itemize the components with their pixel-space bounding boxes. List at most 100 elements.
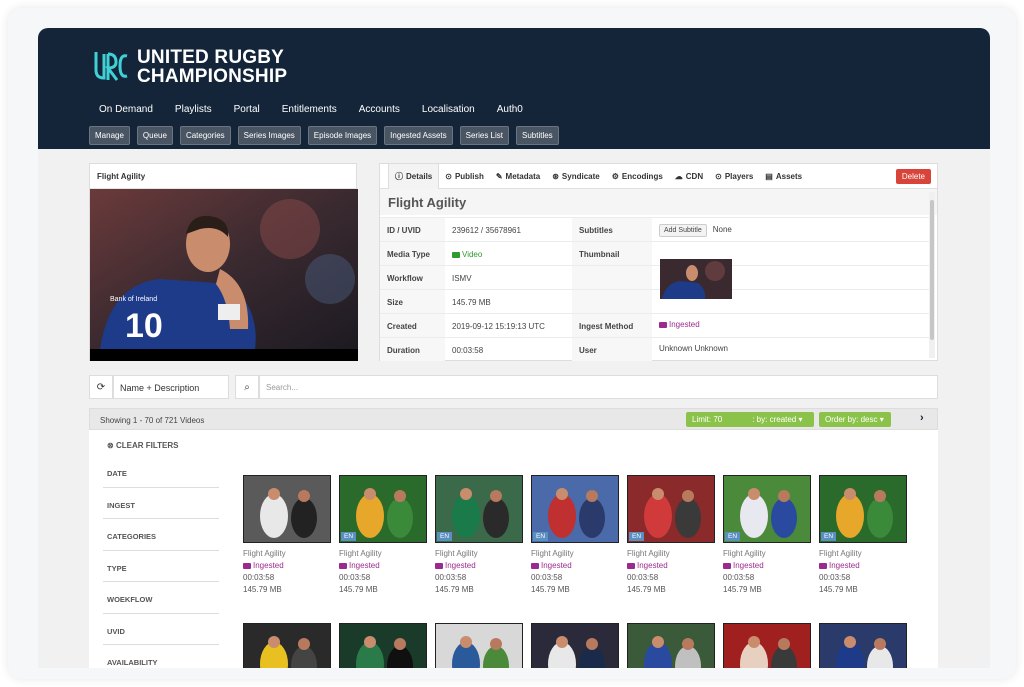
tab-publish-label: Publish: [454, 171, 484, 181]
video-thumbnail[interactable]: EN: [627, 623, 715, 668]
video-card[interactable]: EN: [531, 623, 619, 668]
video-size: 145.79 MB: [819, 585, 858, 594]
results-bar: Showing 1 - 70 of 721 Videos Limit: 70: …: [89, 408, 938, 430]
video-title: Flight Agility: [435, 549, 478, 558]
filter-type[interactable]: TYPE: [103, 551, 219, 582]
subnav-series-list[interactable]: Series List: [459, 126, 509, 145]
video-card[interactable]: EN Flight Agility Ingested 00:03:58 145.79 M…: [627, 475, 715, 594]
status-text: Ingested: [349, 561, 380, 570]
video-thumbnail[interactable]: EN: [531, 623, 619, 668]
video-card[interactable]: EN Flight Agility Ingested 00:03:58 145.79 M…: [723, 475, 811, 594]
video-card[interactable]: EN: [435, 623, 523, 668]
subnav-categories[interactable]: Categories: [179, 126, 231, 145]
video-card[interactable]: EN: [723, 623, 811, 668]
syndicate-icon: ⊛: [552, 171, 559, 181]
filter-uvid[interactable]: UVID: [103, 614, 219, 645]
video-thumbnail[interactable]: [243, 475, 331, 543]
tab-assets[interactable]: ▤ Assets: [759, 164, 808, 189]
next-page-icon[interactable]: ›: [920, 412, 924, 424]
tab-syndicate[interactable]: ⊛ Syndicate: [546, 164, 606, 189]
filter-date[interactable]: DATE: [103, 456, 219, 488]
video-title: Flight Agility: [723, 549, 766, 558]
cloud-icon: ☁: [674, 171, 683, 181]
tab-publish[interactable]: ⊙ Publish: [439, 164, 490, 189]
nav-accounts[interactable]: Accounts: [359, 104, 400, 115]
video-card[interactable]: EN Flight Agility Ingested 00:03:58 145.79 M…: [435, 475, 523, 594]
subnav-episode-images[interactable]: Episode Images: [307, 126, 378, 145]
brand-logo[interactable]: UNITED RUGBY CHAMPIONSHIP: [93, 48, 287, 86]
filter-ingest[interactable]: INGEST: [103, 488, 219, 519]
nav-entitlements[interactable]: Entitlements: [282, 104, 337, 115]
media-type-text: Video: [462, 250, 483, 259]
video-thumbnail[interactable]: EN: [723, 475, 811, 543]
tab-details[interactable]: ⓘ Details: [388, 163, 440, 189]
video-card[interactable]: EN: [339, 623, 427, 668]
cog-icon: ⚙: [611, 171, 619, 181]
language-badge: EN: [437, 532, 453, 541]
nav-on-demand[interactable]: On Demand: [99, 104, 153, 115]
delete-button[interactable]: Delete: [895, 169, 931, 184]
video-thumbnail[interactable]: EN: [819, 623, 907, 668]
scroll-thumb[interactable]: [930, 200, 934, 340]
uvid-value: 239612 / 35678961: [452, 226, 521, 235]
user-label: User: [572, 338, 652, 361]
filter-workflow[interactable]: WOEKFLOW: [103, 582, 219, 614]
video-title: Flight Agility: [339, 549, 382, 558]
video-thumbnail[interactable]: EN: [435, 623, 523, 668]
video-card[interactable]: Flight Agility Ingested 00:03:58 145.79 MB: [243, 475, 331, 594]
search-input[interactable]: Search...: [259, 375, 938, 399]
preview-title: Flight Agility: [90, 164, 356, 189]
video-thumbnail[interactable]: EN: [723, 623, 811, 668]
empty-label: [572, 266, 652, 289]
tab-encodings[interactable]: ⚙ Encodings: [606, 164, 669, 189]
filter-categories[interactable]: CATEGORIES: [103, 519, 219, 551]
subnav-manage[interactable]: Manage: [89, 126, 130, 145]
video-thumbnail[interactable]: EN: [627, 475, 715, 543]
video-title: Flight Agility: [243, 549, 286, 558]
filter-availability[interactable]: AVAILABILITY: [103, 645, 219, 668]
nav-localisation[interactable]: Localisation: [422, 104, 475, 115]
thumbnail-image[interactable]: [660, 259, 732, 299]
subnav-queue[interactable]: Queue: [136, 126, 173, 145]
order-dropdown[interactable]: Order by: desc ▾: [819, 412, 891, 427]
created-value: 2019-09-12 15:19:13 UTC: [452, 322, 545, 331]
subtitles-label: Subtitles: [572, 218, 652, 241]
media-type-label: Media Type: [380, 242, 445, 265]
video-card[interactable]: EN Flight Agility Ingested 00:03:58 145.79 M…: [339, 475, 427, 594]
video-thumbnail[interactable]: EN: [435, 475, 523, 543]
video-card[interactable]: EN Flight Agility Ingested 00:03:58 145.79 M…: [531, 475, 619, 594]
video-duration: 00:03:58: [819, 573, 851, 582]
add-subtitle-button[interactable]: Add Subtitle: [659, 224, 707, 237]
tab-metadata[interactable]: ✎ Metadata: [490, 164, 546, 189]
limit-dropdown[interactable]: Limit: 70: by: created ▾: [686, 412, 814, 427]
subtitles-value: Add Subtitle None: [652, 218, 929, 241]
nav-portal[interactable]: Portal: [234, 104, 260, 115]
video-card[interactable]: EN: [819, 623, 907, 668]
language-badge: EN: [533, 532, 549, 541]
video-thumbnail[interactable]: [243, 623, 331, 668]
video-card[interactable]: EN Flight Agility Ingested 00:03:58 145.79 M…: [819, 475, 907, 594]
refresh-button[interactable]: ⟳: [89, 375, 113, 399]
subnav-subtitles[interactable]: Subtitles: [516, 126, 559, 145]
video-thumbnail[interactable]: EN: [339, 475, 427, 543]
video-player[interactable]: 10 Bank of Ireland: [90, 189, 358, 361]
details-title: Flight Agility: [380, 189, 937, 215]
video-card[interactable]: [243, 623, 331, 668]
nav-auth0[interactable]: Auth0: [497, 104, 523, 115]
subnav-ingested-assets[interactable]: Ingested Assets: [384, 126, 453, 145]
sub-nav: Manage Queue Categories Series Images Ep…: [89, 126, 559, 145]
nav-playlists[interactable]: Playlists: [175, 104, 212, 115]
search-button[interactable]: ⌕: [235, 375, 259, 399]
search-bar: ⟳ Name + Description ⌕ Search...: [89, 375, 938, 399]
tab-players[interactable]: ⊙ Players: [709, 164, 759, 189]
video-thumbnail[interactable]: EN: [339, 623, 427, 668]
clear-filters-button[interactable]: ⊗ CLEAR FILTERS: [89, 430, 238, 450]
video-thumbnail[interactable]: EN: [531, 475, 619, 543]
tab-cdn[interactable]: ☁ CDN: [669, 164, 709, 189]
video-thumbnail[interactable]: EN: [819, 475, 907, 543]
video-card[interactable]: EN: [627, 623, 715, 668]
details-scrollbar[interactable]: [929, 192, 935, 358]
status-badge: Ingested: [723, 561, 811, 570]
subnav-series-images[interactable]: Series Images: [237, 126, 301, 145]
search-field-select[interactable]: Name + Description: [113, 375, 229, 399]
